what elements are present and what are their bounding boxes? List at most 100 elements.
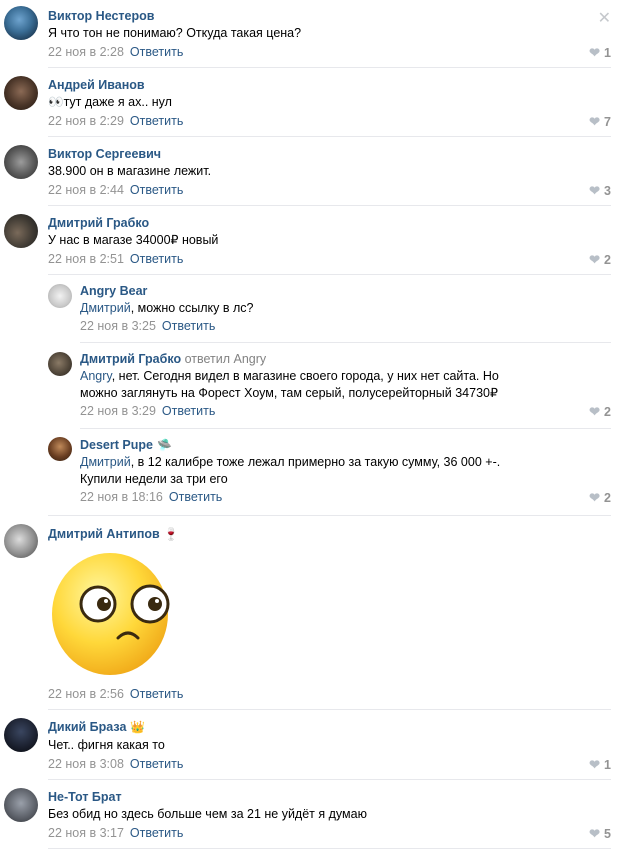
like-button[interactable]: ❤ 5: [589, 826, 611, 842]
divider: [48, 848, 611, 849]
comment-text: 38.900 он в магазине лежит.: [48, 164, 212, 178]
comment-meta: 22 ноя в 3:17 Ответить: [48, 826, 183, 840]
like-count: 3: [604, 184, 611, 198]
heart-icon: ❤: [589, 114, 601, 129]
comment-text: Дмитрий, можно ссылку в лс?: [80, 300, 253, 317]
like-count: 2: [604, 405, 611, 419]
like-count: 1: [604, 46, 611, 60]
like-count: 2: [604, 253, 611, 267]
mention-link[interactable]: Дмитрий: [80, 301, 131, 315]
reply-button[interactable]: Ответить: [130, 826, 183, 840]
author-name[interactable]: Дикий Браза: [48, 720, 126, 734]
heart-icon: ❤: [589, 490, 601, 505]
mention-link[interactable]: Angry: [80, 369, 112, 383]
comment-author: Дмитрий Грабко ответил Angry: [80, 352, 266, 366]
divider: [48, 205, 611, 206]
avatar[interactable]: [48, 437, 72, 461]
divider: [80, 342, 611, 343]
comment-author[interactable]: Виктор Нестеров: [48, 9, 154, 23]
reply-button[interactable]: Ответить: [130, 252, 183, 266]
like-button[interactable]: ❤ 7: [589, 114, 611, 130]
comment-time[interactable]: 22 ноя в 2:29: [48, 114, 124, 128]
reply-button[interactable]: Ответить: [169, 490, 222, 504]
avatar[interactable]: [48, 284, 72, 308]
comment-time[interactable]: 22 ноя в 3:25: [80, 319, 156, 333]
comment-meta: 22 ноя в 2:51 Ответить: [48, 252, 183, 266]
like-count: 5: [604, 827, 611, 841]
comment-author[interactable]: Андрей Иванов: [48, 78, 145, 92]
avatar[interactable]: [4, 524, 38, 558]
like-count: 2: [604, 491, 611, 505]
author-name[interactable]: Desert Pupe: [80, 438, 153, 452]
avatar[interactable]: [48, 352, 72, 376]
comment-meta: 22 ноя в 2:29 Ответить: [48, 114, 183, 128]
heart-icon: ❤: [589, 826, 601, 841]
like-button[interactable]: ❤ 1: [589, 45, 611, 61]
comment-text: Без обид но здесь больше чем за 21 не уй…: [48, 807, 367, 821]
divider: [48, 709, 611, 710]
avatar[interactable]: [4, 76, 38, 110]
heart-icon: ❤: [589, 404, 601, 419]
ufo-icon: 🛸: [156, 438, 172, 452]
comment-text: Чет.. фигня какая то: [48, 738, 165, 752]
like-button[interactable]: ❤ 2: [589, 252, 611, 268]
like-count: 1: [604, 758, 611, 772]
comment-time[interactable]: 22 ноя в 18:16: [80, 490, 163, 504]
reply-button[interactable]: Ответить: [130, 757, 183, 771]
divider: [48, 136, 611, 137]
comment-time[interactable]: 22 ноя в 3:17: [48, 826, 124, 840]
reply-text: , нет. Сегодня видел в магазине своего г…: [80, 369, 499, 400]
avatar[interactable]: [4, 718, 38, 752]
comment-text: Я что тон не понимаю? Откуда такая цена?: [48, 26, 302, 40]
comment-author[interactable]: Angry Bear: [80, 284, 147, 298]
comment-text: Дмитрий, в 12 калибре тоже лежал примерн…: [80, 454, 535, 488]
like-button[interactable]: ❤ 1: [589, 757, 611, 773]
divider: [48, 274, 611, 275]
comment-time[interactable]: 22 ноя в 2:28: [48, 45, 124, 59]
comment-text: 👀тут даже я ах.. нул: [48, 95, 172, 109]
avatar[interactable]: [4, 788, 38, 822]
heart-icon: ❤: [589, 183, 601, 198]
comment-time[interactable]: 22 ноя в 3:29: [80, 404, 156, 418]
confused-emoji-sticker: [48, 546, 176, 678]
reply-button[interactable]: Ответить: [130, 687, 183, 701]
comment-time[interactable]: 22 ноя в 2:51: [48, 252, 124, 266]
wine-glass-icon: 🍷: [163, 527, 179, 541]
mention-link[interactable]: Дмитрий: [80, 455, 131, 469]
comment-author[interactable]: Не-Тот Брат: [48, 790, 122, 804]
comment-author[interactable]: Виктор Сергеевич: [48, 147, 161, 161]
author-name[interactable]: Дмитрий Антипов: [48, 527, 160, 541]
like-button[interactable]: ❤ 2: [589, 404, 611, 420]
reply-button[interactable]: Ответить: [162, 404, 215, 418]
comment-meta: 22 ноя в 2:44 Ответить: [48, 183, 183, 197]
divider: [48, 779, 611, 780]
replied-to[interactable]: ответил Angry: [185, 352, 267, 366]
comment-author: Desert Pupe 🛸: [80, 438, 172, 452]
author-name[interactable]: Дмитрий Грабко: [80, 352, 181, 366]
comment-time[interactable]: 22 ноя в 2:56: [48, 687, 124, 701]
avatar[interactable]: [4, 214, 38, 248]
comment-meta: 22 ноя в 3:08 Ответить: [48, 757, 183, 771]
avatar[interactable]: [4, 145, 38, 179]
reply-button[interactable]: Ответить: [130, 114, 183, 128]
divider: [80, 428, 611, 429]
comment-time[interactable]: 22 ноя в 3:08: [48, 757, 124, 771]
comment-meta: 22 ноя в 2:56 Ответить: [48, 687, 183, 701]
avatar[interactable]: [4, 6, 38, 40]
reply-text: , можно ссылку в лс?: [130, 301, 254, 315]
comment-author[interactable]: Дмитрий Грабко: [48, 216, 149, 230]
comment-text: Angry, нет. Сегодня видел в магазине сво…: [80, 368, 535, 402]
comment-author: Дмитрий Антипов 🍷: [48, 527, 179, 541]
like-count: 7: [604, 115, 611, 129]
comment-meta: 22 ноя в 3:25 Ответить: [80, 319, 215, 333]
like-button[interactable]: ❤ 2: [589, 490, 611, 506]
comment-meta: 22 ноя в 3:29 Ответить: [80, 404, 215, 418]
reply-button[interactable]: Ответить: [130, 183, 183, 197]
comment-meta: 22 ноя в 2:28 Ответить: [48, 45, 183, 59]
reply-button[interactable]: Ответить: [130, 45, 183, 59]
close-icon[interactable]: ✕: [598, 8, 611, 28]
like-button[interactable]: ❤ 3: [589, 183, 611, 199]
reply-button[interactable]: Ответить: [162, 319, 215, 333]
comment-time[interactable]: 22 ноя в 2:44: [48, 183, 124, 197]
reply-text: , в 12 калибре тоже лежал примерно за та…: [80, 455, 501, 486]
